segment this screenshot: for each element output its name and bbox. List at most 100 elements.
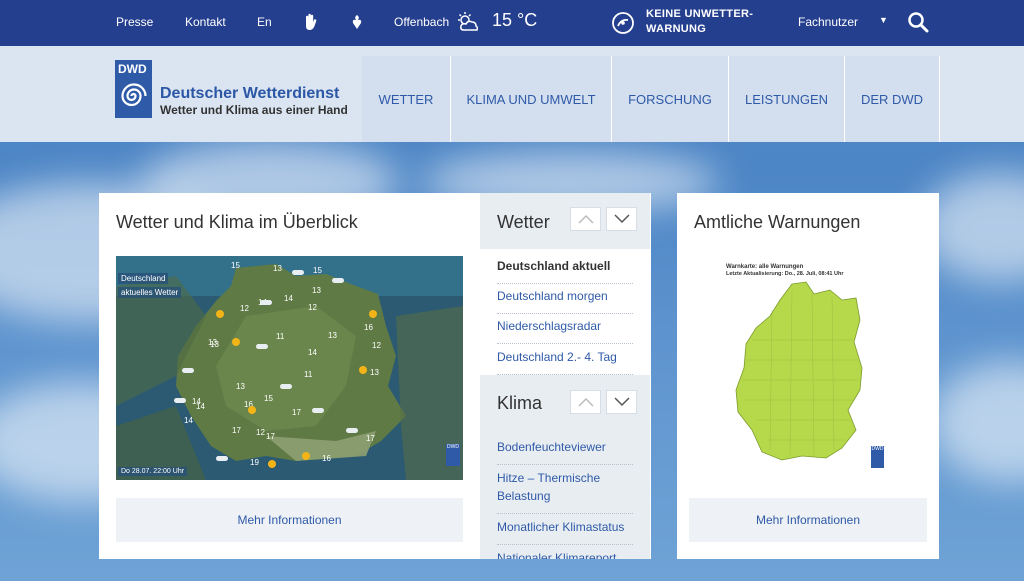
location-name[interactable]: Offenbach (394, 15, 449, 29)
sun-icon (268, 460, 276, 468)
site-title[interactable]: Deutscher Wetterdienst (160, 85, 339, 103)
cloud-icon (182, 368, 194, 373)
dwd-logo[interactable]: DWD (115, 60, 152, 118)
search-icon[interactable] (907, 11, 929, 33)
map-temp: 15 (231, 261, 240, 270)
user-group-select[interactable]: Fachnutzer (798, 15, 858, 29)
sun-icon (369, 310, 377, 318)
side-panel: Wetter Deutschland aktuell Deutschland m… (480, 193, 650, 559)
link-deutschland-aktuell[interactable]: Deutschland aktuell (497, 257, 633, 284)
warning-map[interactable]: Warnkarte: alle Warnungen Letzte Aktuali… (722, 256, 890, 480)
nav-klima-umwelt[interactable]: KLIMA UND UMWELT (451, 56, 612, 142)
map-temp: 14 (184, 416, 193, 425)
main-navigation: WETTER KLIMA UND UMWELT FORSCHUNG LEISTU… (362, 56, 940, 142)
nav-forschung[interactable]: FORSCHUNG (612, 56, 729, 142)
germany-warning-map (735, 281, 863, 461)
link-bodenfeuchteviewer[interactable]: Bodenfeuchteviewer (497, 438, 633, 465)
cloud-icon (312, 408, 324, 413)
cloud-icon (174, 398, 186, 403)
map-temp: 12 (308, 303, 317, 312)
link-nationaler-klimareport[interactable]: Nationaler Klimareport (497, 549, 633, 559)
map-temp: 13 (273, 264, 282, 273)
cloud-icon (332, 278, 344, 283)
map-temp: 17 (266, 432, 275, 441)
klima-up-button[interactable] (570, 390, 601, 414)
map-temp: 12 (240, 304, 249, 313)
map-temp: 11 (276, 332, 285, 341)
sun-icon (232, 338, 240, 346)
sun-icon (216, 310, 224, 318)
chevron-down-icon (613, 397, 630, 407)
map-temp: 16 (364, 323, 373, 332)
cloud-icon (346, 428, 358, 433)
map-brand: DWD (446, 444, 460, 466)
wetter-heading: Wetter (497, 212, 550, 232)
map-timestamp: Do 28.07. 22:00 Uhr (118, 467, 188, 476)
nav-wetter[interactable]: WETTER (362, 56, 451, 142)
warning-status-line2: WARNUNG (646, 23, 707, 35)
map-label-current: aktuelles Wetter (118, 287, 182, 298)
map-temp: 13 (370, 368, 379, 377)
link-hitze-belastung[interactable]: Hitze – Thermische Belastung (497, 469, 633, 514)
wetter-down-button[interactable] (606, 207, 637, 231)
language-link[interactable]: En (257, 15, 272, 29)
map-temp: 13 (312, 286, 321, 295)
top-bar: Presse Kontakt En Offenbach 15 °C KEINE … (0, 0, 1024, 46)
chevron-up-icon (577, 214, 594, 224)
map-temp: 12 (372, 341, 381, 350)
sun-icon (248, 406, 256, 414)
kontakt-link[interactable]: Kontakt (185, 15, 226, 29)
hand-icon[interactable] (303, 13, 319, 31)
map-temp: 13 (210, 340, 219, 349)
link-deutschland-2-4-tag[interactable]: Deutschland 2.- 4. Tag (497, 348, 633, 375)
hand-flower-icon[interactable] (349, 13, 365, 31)
link-deutschland-morgen[interactable]: Deutschland morgen (497, 287, 633, 314)
warnings-more-button[interactable]: Mehr Informationen (689, 498, 927, 542)
weather-map[interactable]: Deutschland aktuelles Wetter 15 13 15 14… (116, 256, 463, 480)
link-niederschlagsradar[interactable]: Niederschlagsradar (497, 317, 633, 344)
cloud-icon (292, 270, 304, 275)
chevron-down-icon (613, 214, 630, 224)
map-temp: 17 (292, 408, 301, 417)
map-temp: 16 (322, 454, 331, 463)
klima-down-button[interactable] (606, 390, 637, 414)
map-temp: 13 (236, 382, 245, 391)
nav-der-dwd[interactable]: DER DWD (845, 56, 940, 142)
link-monatlicher-klimastatus[interactable]: Monatlicher Klimastatus (497, 518, 633, 545)
warning-map-update: Letzte Aktualisierung: Do., 28. Juli, 08… (726, 271, 844, 277)
map-temp: 13 (328, 331, 337, 340)
klima-heading: Klima (497, 393, 543, 413)
overview-title: Wetter und Klima im Überblick (116, 212, 358, 232)
dropdown-caret-icon[interactable]: ▼ (879, 15, 888, 25)
cloud-icon (216, 456, 228, 461)
cloud-icon (280, 384, 292, 389)
presse-link[interactable]: Presse (116, 15, 153, 29)
warnings-title: Amtliche Warnungen (694, 212, 861, 232)
cloud-icon (260, 300, 272, 305)
nav-leistungen[interactable]: LEISTUNGEN (729, 56, 845, 142)
logo-abbr: DWD (118, 62, 147, 76)
chevron-up-icon (577, 397, 594, 407)
warning-clear-icon[interactable] (611, 11, 635, 35)
map-temp: 12 (256, 428, 265, 437)
sun-icon (359, 366, 367, 374)
logo-swirl-icon (121, 83, 147, 107)
map-label-country: Deutschland (118, 273, 169, 284)
map-temp: 14 (284, 294, 293, 303)
overview-more-button[interactable]: Mehr Informationen (116, 498, 463, 542)
site-header: DWD Deutscher Wetterdienst Wetter und Kl… (0, 46, 1024, 142)
cloud-icon (256, 344, 268, 349)
map-temp: 15 (313, 266, 322, 275)
map-temp: 17 (232, 426, 241, 435)
partly-cloudy-icon (458, 12, 479, 31)
warning-map-brand: DWD (871, 446, 884, 468)
map-temp: 14 (196, 402, 205, 411)
wetter-up-button[interactable] (570, 207, 601, 231)
current-temperature: 15 °C (492, 10, 538, 30)
map-temp: 15 (264, 394, 273, 403)
warning-status-line1: KEINE UNWETTER- (646, 8, 754, 20)
site-subtitle: Wetter und Klima aus einer Hand (160, 103, 348, 117)
warning-map-title: Warnkarte: alle Warnungen (726, 264, 804, 270)
sun-icon (302, 452, 310, 460)
warning-status[interactable]: KEINE UNWETTER- WARNUNG (646, 7, 753, 37)
